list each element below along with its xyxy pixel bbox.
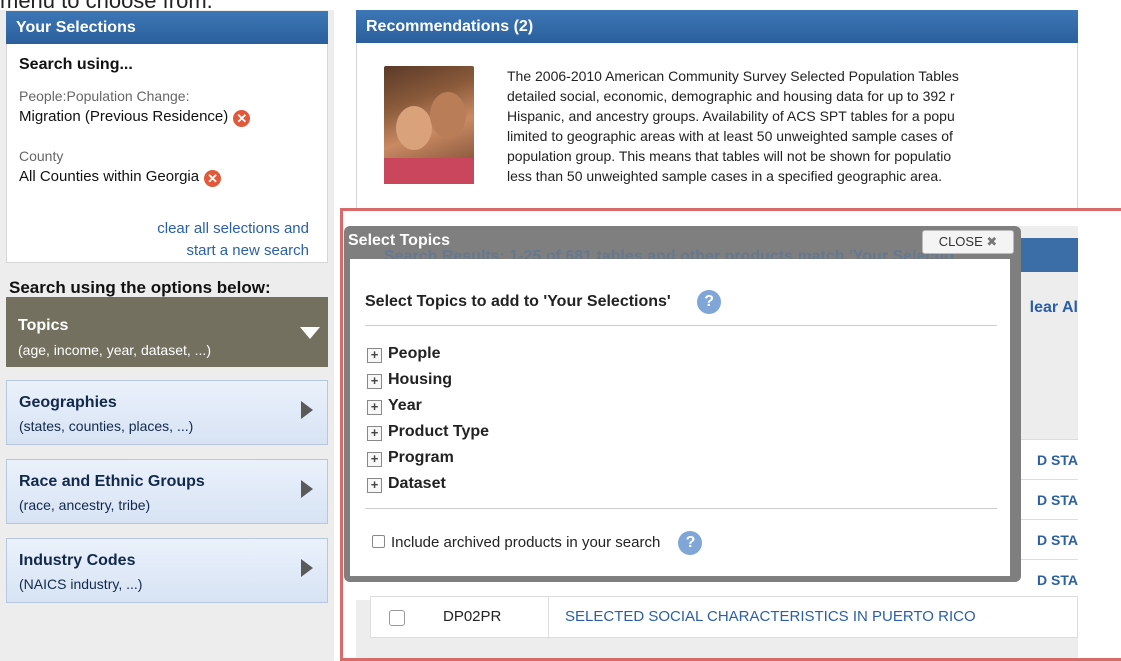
highlight-frame — [340, 208, 1121, 661]
recommendation-line: limited to geographic areas with at leas… — [507, 128, 953, 144]
selection-value-text: All Counties within Georgia — [19, 168, 200, 185]
recommendation-line: The 2006-2010 American Community Survey … — [507, 68, 959, 84]
selection-value-text: Migration (Previous Residence) — [19, 108, 229, 125]
selection-category: County — [19, 148, 64, 164]
clear-link-line2: start a new search — [186, 242, 309, 259]
selection-value: All Counties within Georgia ✕ — [19, 168, 222, 187]
selection-category: People:Population Change: — [19, 88, 190, 104]
recommendations-panel: Recommendations (2) The 2006-2010 Americ… — [356, 10, 1078, 211]
chevron-down-icon — [300, 327, 320, 339]
photo-clothing — [384, 158, 474, 184]
clear-all-selections-link[interactable]: clear all selections and start a new sea… — [157, 218, 309, 262]
recommendations-header: Recommendations (2) — [356, 10, 1078, 43]
clear-link-line1: clear all selections and — [157, 220, 309, 237]
your-selections-box: Search using... People:Population Change… — [6, 44, 328, 263]
chevron-right-icon — [301, 401, 313, 419]
recommendations-box: The 2006-2010 American Community Survey … — [356, 43, 1078, 211]
your-selections-header: Your Selections — [6, 11, 328, 44]
option-subtitle: (states, counties, places, ...) — [19, 418, 194, 434]
industry-codes-option[interactable]: Industry Codes (NAICS industry, ...) — [6, 538, 328, 603]
remove-icon[interactable]: ✕ — [233, 110, 251, 127]
recommendation-line: less than 50 unweighted sample cases in … — [507, 168, 943, 184]
geographies-option[interactable]: Geographies (states, counties, places, .… — [6, 380, 328, 445]
option-title: Race and Ethnic Groups — [19, 473, 205, 490]
race-ethnic-groups-option[interactable]: Race and Ethnic Groups (race, ancestry, … — [6, 459, 328, 524]
recommendation-line: detailed social, economic, demographic a… — [507, 88, 955, 104]
topics-option-title: Topics — [18, 317, 69, 334]
option-subtitle: (race, ancestry, tribe) — [19, 497, 151, 513]
option-title: Industry Codes — [19, 552, 136, 569]
recommendation-line: population group. This means that tables… — [507, 148, 952, 164]
photo-face — [430, 92, 466, 138]
your-selections-panel: Your Selections Search using... People:P… — [6, 11, 328, 263]
selection-value: Migration (Previous Residence) ✕ — [19, 108, 251, 127]
recommendation-photo — [384, 66, 474, 184]
remove-icon[interactable]: ✕ — [204, 170, 222, 187]
topics-option[interactable]: Topics (age, income, year, dataset, ...) — [6, 297, 328, 367]
option-subtitle: (NAICS industry, ...) — [19, 576, 143, 592]
recommendation-line: Hispanic, and ancestry groups. Availabil… — [507, 108, 955, 124]
search-using-label: Search using... — [19, 56, 133, 73]
topics-option-subtitle: (age, income, year, dataset, ...) — [18, 342, 211, 358]
search-options-title: Search using the options below: — [9, 278, 271, 297]
option-title: Geographies — [19, 394, 117, 411]
photo-face — [396, 106, 432, 150]
chevron-right-icon — [301, 480, 313, 498]
recommendation-text: The 2006-2010 American Community Survey … — [507, 66, 1077, 186]
chevron-right-icon — [301, 559, 313, 577]
